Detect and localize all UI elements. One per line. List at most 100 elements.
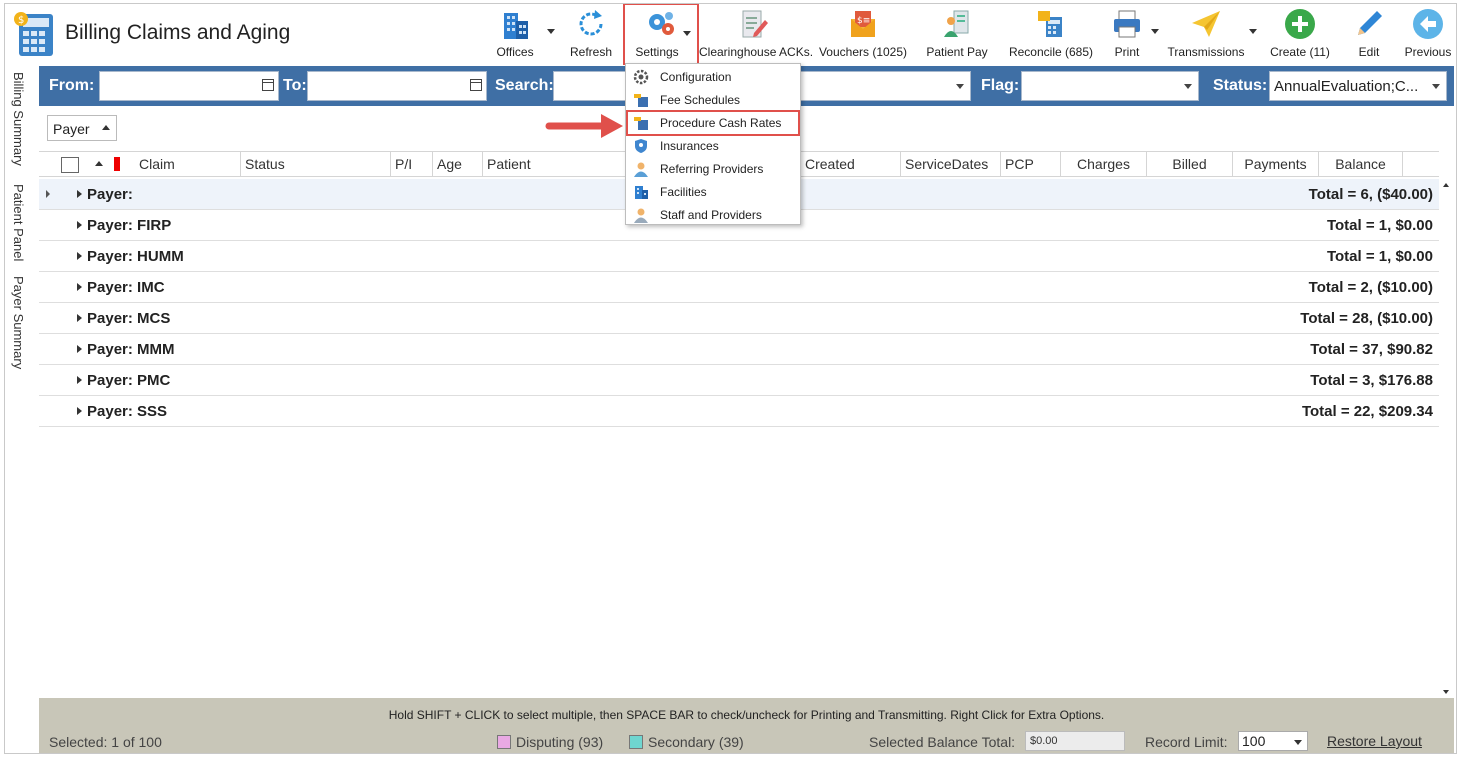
callout-arrow-icon: [545, 114, 623, 138]
column-service-dates[interactable]: ServiceDates: [901, 152, 1001, 177]
create-label: Create (11): [1270, 45, 1330, 59]
edit-button[interactable]: Edit: [1349, 7, 1389, 63]
tab-patient-panel[interactable]: Patient Panel: [11, 184, 26, 261]
menu-item-configuration[interactable]: Configuration: [628, 66, 798, 88]
tab-billing-summary[interactable]: Billing Summary: [11, 72, 26, 166]
gears-icon: [649, 12, 674, 35]
transmissions-dropdown-icon[interactable]: [1249, 29, 1257, 34]
expand-arrow-icon[interactable]: [77, 252, 82, 260]
calendar-icon[interactable]: [470, 79, 482, 91]
group-row[interactable]: Payer: MMM Total = 37, $90.82: [39, 334, 1439, 365]
clearinghouse-acks-button[interactable]: Clearinghouse ACKs.: [699, 7, 813, 63]
settings-dropdown-icon[interactable]: [683, 31, 691, 36]
expand-arrow-icon[interactable]: [77, 376, 82, 384]
column-claim[interactable]: Claim: [135, 152, 241, 177]
menu-item-label: Procedure Cash Rates: [660, 116, 782, 130]
status-dropdown-icon[interactable]: [1432, 84, 1440, 89]
menu-item-procedure-cash-rates[interactable]: Procedure Cash Rates: [626, 110, 800, 136]
calendar-icon[interactable]: [262, 79, 274, 91]
column-billed[interactable]: Billed: [1147, 152, 1233, 177]
menu-item-facilities[interactable]: Facilities: [628, 181, 798, 203]
group-name: Payer: HUMM: [87, 248, 184, 265]
group-row[interactable]: Payer: MCS Total = 28, ($10.00): [39, 303, 1439, 334]
menu-item-staff-and-providers[interactable]: Staff and Providers: [628, 204, 798, 226]
flag-select[interactable]: [1021, 71, 1199, 101]
tab-payer-summary[interactable]: Payer Summary: [11, 276, 26, 369]
transmissions-button[interactable]: Transmissions: [1167, 7, 1257, 63]
group-row[interactable]: Payer: IMC Total = 2, ($10.00): [39, 272, 1439, 303]
offices-button[interactable]: Offices: [487, 7, 555, 63]
menu-item-insurances[interactable]: Insurances: [628, 135, 798, 157]
group-name: Payer: IMC: [87, 279, 165, 296]
settings-button[interactable]: Settings: [623, 4, 699, 65]
print-button[interactable]: Print: [1107, 7, 1159, 63]
group-row[interactable]: Payer: SSS Total = 22, $209.34: [39, 396, 1439, 427]
previous-button[interactable]: Previous: [1403, 7, 1453, 63]
fee-schedule-icon: [634, 94, 648, 107]
reconcile-calculator-icon: [1038, 11, 1062, 37]
sort-ascending-icon[interactable]: [102, 125, 110, 130]
expand-arrow-icon[interactable]: [77, 407, 82, 415]
record-limit-select[interactable]: 100: [1238, 731, 1308, 751]
status-select[interactable]: AnnualEvaluation;C...: [1269, 71, 1447, 101]
chevron-down-icon[interactable]: [1294, 740, 1302, 745]
menu-item-label: Staff and Providers: [660, 208, 762, 222]
print-dropdown-icon[interactable]: [1151, 29, 1159, 34]
column-charges[interactable]: Charges: [1061, 152, 1147, 177]
secondary-swatch: [629, 735, 643, 749]
svg-text:$≡: $≡: [857, 16, 870, 26]
status-value: AnnualEvaluation;C...: [1274, 78, 1419, 95]
menu-item-label: Configuration: [660, 70, 732, 84]
create-button[interactable]: Create (11): [1267, 7, 1333, 63]
expand-arrow-icon[interactable]: [77, 314, 82, 322]
scroll-down-icon[interactable]: [1443, 690, 1449, 694]
menu-item-referring-providers[interactable]: Referring Providers: [628, 158, 798, 180]
patient-pay-button[interactable]: Patient Pay: [925, 7, 989, 63]
vouchers-button[interactable]: $≡ Vouchers (1025): [817, 7, 909, 63]
from-label: From:: [49, 77, 95, 94]
refresh-button[interactable]: Refresh: [567, 7, 615, 63]
restore-layout-link[interactable]: Restore Layout: [1327, 733, 1422, 749]
scroll-up-icon[interactable]: [1443, 183, 1449, 187]
group-total: Total = 1, $0.00: [1326, 248, 1433, 265]
column-age[interactable]: Age: [433, 152, 483, 177]
expand-arrow-icon[interactable]: [77, 283, 82, 291]
group-name: Payer:: [87, 186, 133, 203]
search-label: Search:: [495, 77, 554, 94]
expand-arrow-icon[interactable]: [77, 190, 82, 198]
offices-dropdown-icon[interactable]: [547, 29, 555, 34]
group-name: Payer: SSS: [87, 403, 168, 420]
column-balance[interactable]: Balance: [1319, 152, 1403, 177]
column-created[interactable]: Created: [801, 152, 901, 177]
secondary-legend: Secondary (39): [629, 734, 744, 750]
column-status[interactable]: Status: [241, 152, 391, 177]
reconcile-label: Reconcile (685): [1008, 45, 1094, 59]
sort-ascending-icon[interactable]: [95, 161, 103, 166]
to-date-input[interactable]: [307, 71, 487, 101]
menu-item-fee-schedules[interactable]: Fee Schedules: [628, 89, 798, 111]
search-dropdown-icon[interactable]: [956, 84, 964, 89]
expand-arrow-icon[interactable]: [77, 221, 82, 229]
from-date-input[interactable]: [99, 71, 279, 101]
selected-balance-label: Selected Balance Total:: [869, 734, 1016, 750]
gear-icon: [633, 69, 649, 85]
reconcile-button[interactable]: Reconcile (685): [1007, 7, 1095, 63]
staff-person-icon: [634, 208, 648, 223]
group-row[interactable]: Payer: PMC Total = 3, $176.88: [39, 365, 1439, 396]
vertical-scrollbar[interactable]: [1439, 179, 1454, 698]
column-payments[interactable]: Payments: [1233, 152, 1319, 177]
settings-menu: Configuration Fee Schedules Procedure Ca…: [625, 63, 801, 225]
group-total: Total = 6, ($40.00): [1308, 186, 1433, 203]
flag-dropdown-icon[interactable]: [1184, 84, 1192, 89]
shield-icon: [635, 139, 647, 153]
flag-column-icon[interactable]: [114, 157, 120, 171]
expand-arrow-icon[interactable]: [77, 345, 82, 353]
group-by-payer-chip[interactable]: Payer: [47, 115, 117, 141]
select-all-checkbox[interactable]: [61, 157, 79, 173]
column-pcp[interactable]: PCP: [1001, 152, 1061, 177]
group-row[interactable]: Payer: HUMM Total = 1, $0.00: [39, 241, 1439, 272]
column-pi[interactable]: P/I: [391, 152, 433, 177]
selected-balance-field: $0.00: [1025, 731, 1125, 751]
voucher-envelope-icon: $≡: [851, 11, 875, 37]
patient-pay-label: Patient Pay: [926, 45, 988, 59]
